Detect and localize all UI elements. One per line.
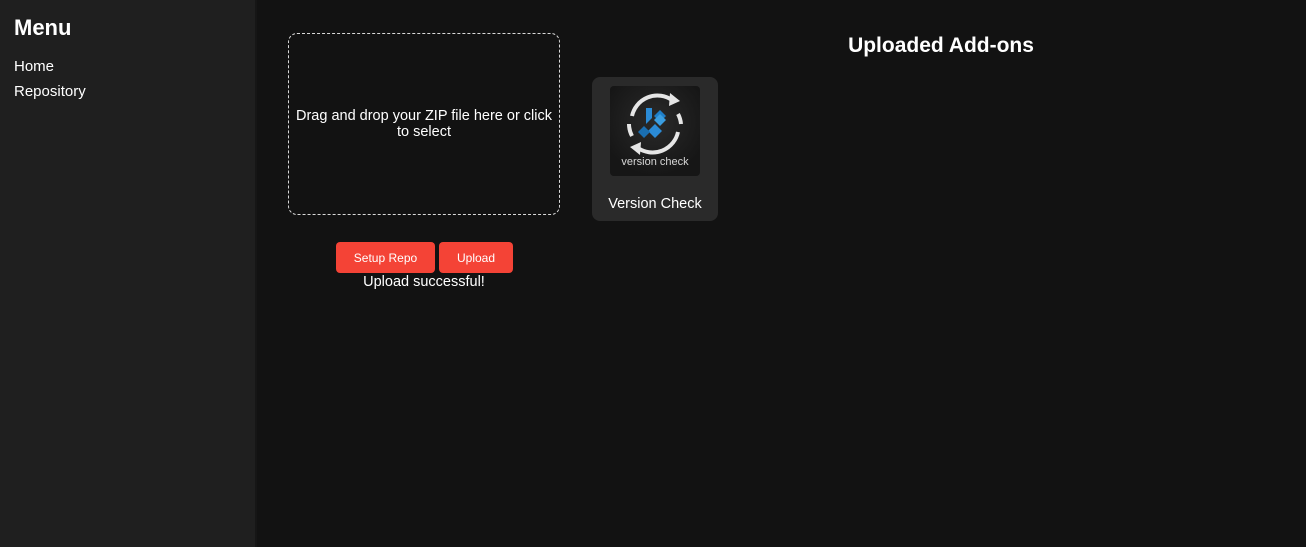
zip-dropzone[interactable]: Drag and drop your ZIP file here or clic… xyxy=(288,33,560,215)
upload-button[interactable]: Upload xyxy=(439,242,513,273)
setup-repo-button[interactable]: Setup Repo xyxy=(336,242,435,273)
dropzone-text: Drag and drop your ZIP file here or clic… xyxy=(295,108,552,140)
addon-name: Version Check xyxy=(608,196,702,212)
sidebar: Menu Home Repository xyxy=(0,0,257,547)
addon-thumbnail: version check xyxy=(610,86,700,176)
app-root: Menu Home Repository Drag and drop your … xyxy=(0,0,1306,547)
upload-status: Upload successful! xyxy=(363,274,485,290)
addon-thumb-label: version check xyxy=(621,156,689,168)
addons-title: Uploaded Add-ons xyxy=(848,34,1034,57)
sidebar-title: Menu xyxy=(14,15,72,40)
addon-card[interactable]: version check Version Check xyxy=(592,77,718,221)
sidebar-item-home[interactable]: Home xyxy=(14,58,54,76)
sidebar-item-repository[interactable]: Repository xyxy=(14,83,86,101)
